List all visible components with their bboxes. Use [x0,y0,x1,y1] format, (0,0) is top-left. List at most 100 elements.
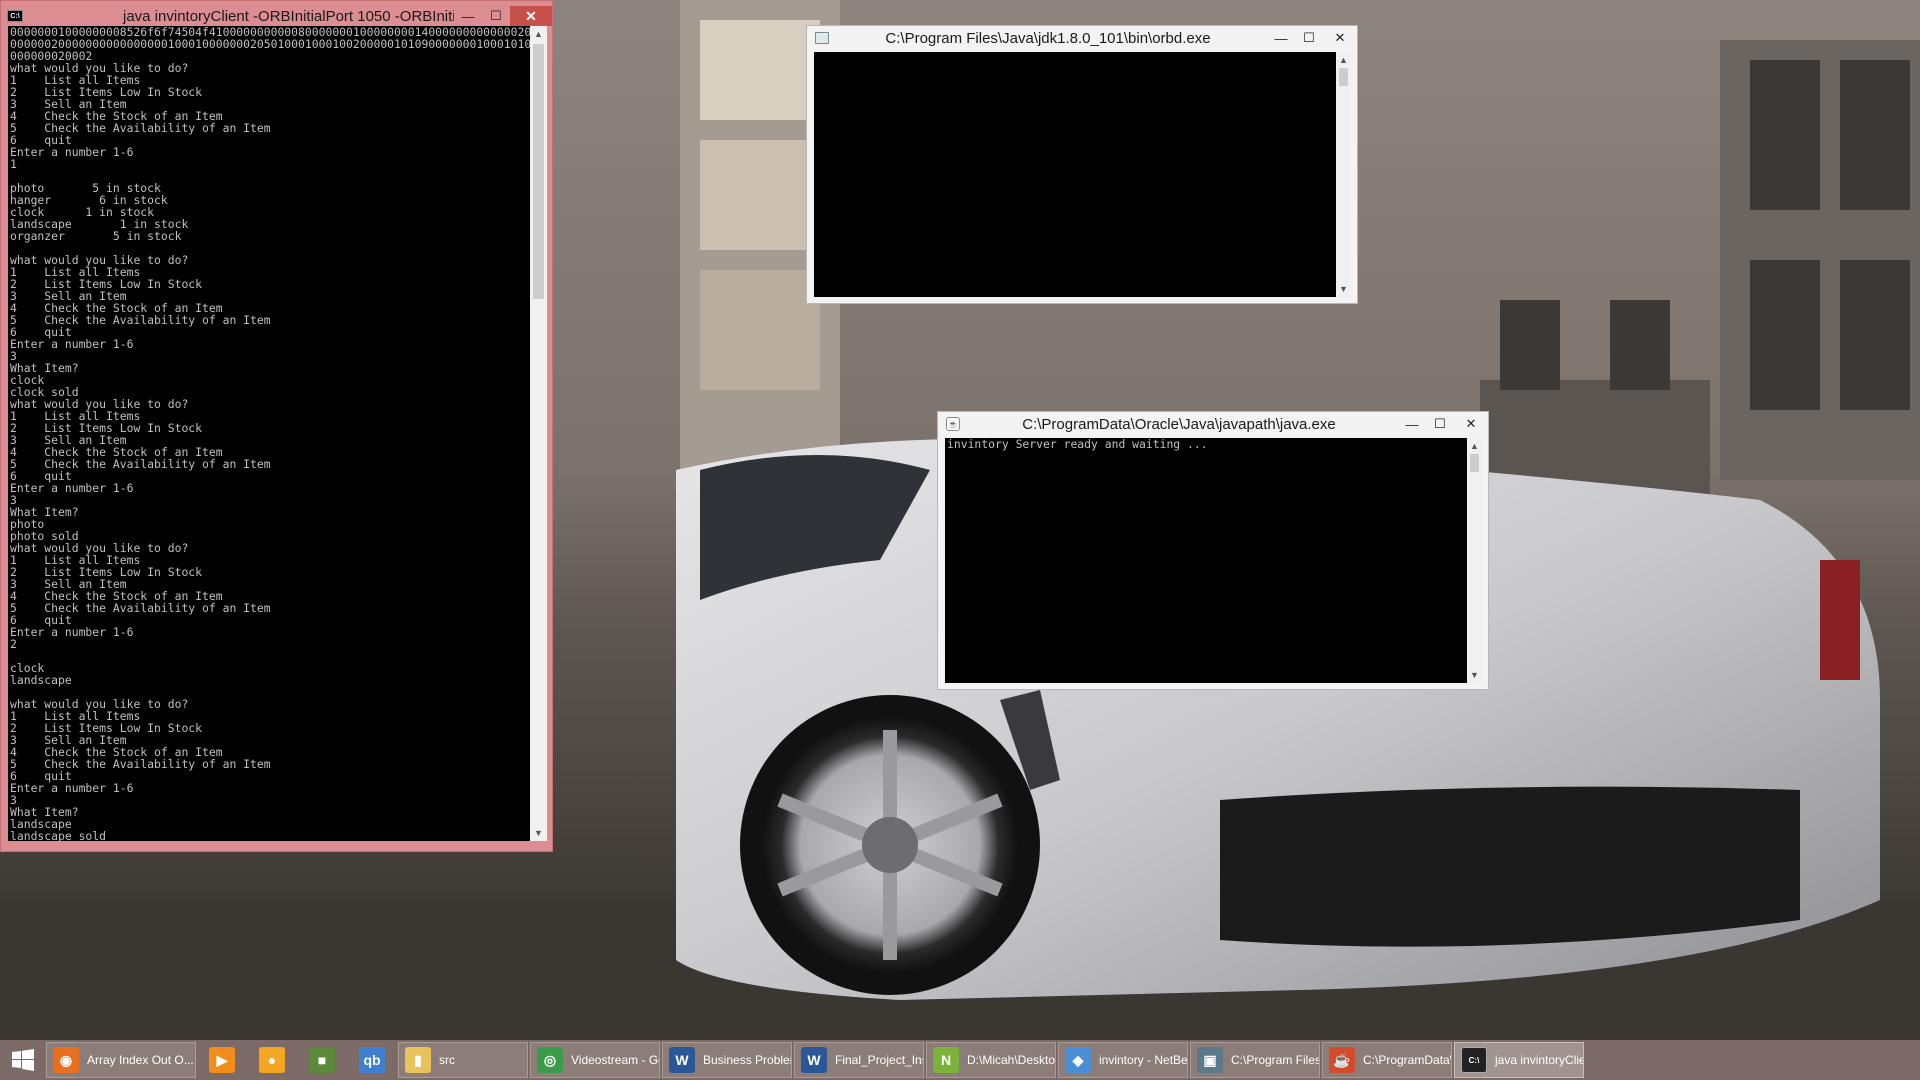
scrollbar-thumb[interactable] [1339,68,1348,86]
taskbar-item-label: invintory - NetBe... [1099,1053,1188,1067]
taskbar-item-label: Array Index Out O... [87,1053,194,1067]
chat-bubble-icon: ● [259,1047,285,1073]
console-line: clock [10,661,45,675]
maximize-button[interactable]: ☐ [1295,28,1323,48]
console-line: 5 Check the Availability of an Item [10,457,271,471]
console-line: photo [10,517,45,531]
console-line: 1 [10,157,17,171]
taskbar-item-label: java invintoryClie... [1495,1053,1583,1067]
server-console-output[interactable]: invintory Server ready and waiting ... [945,438,1467,683]
taskbar-item-notepadpp[interactable]: N D:\Micah\Deskto... [926,1042,1056,1078]
taskbar-item-label: D:\Micah\Deskto... [967,1053,1056,1067]
console-line: 5 Check the Availability of an Item [10,313,271,327]
console-line: 2 [10,637,17,651]
chrome-icon: ◎ [537,1047,563,1073]
vlc-play-icon: ▶ [209,1047,235,1073]
taskbar-item-chat-bubble[interactable]: ● [248,1042,296,1078]
windows-logo-icon [12,1049,34,1071]
java-icon: ☕ [1329,1047,1355,1073]
console-line: Enter a number 1-6 [10,337,134,351]
taskbar-item-firefox[interactable]: ◉ Array Index Out O... [46,1042,196,1078]
close-button[interactable]: ✕ [1323,28,1357,48]
console-line: 5 Check the Availability of an Item [10,601,271,615]
taskbar-item-netbeans[interactable]: ◆ invintory - NetBe... [1058,1042,1188,1078]
console-line: Enter a number 1-6 [10,781,134,795]
client-console-output[interactable]: 00000001000000008526f6f74504f41000000000… [8,26,530,841]
word-icon: W [669,1047,695,1073]
taskbar-item-label: Business Problem... [703,1053,791,1067]
server-window-titlebar[interactable]: ☕ C:\ProgramData\Oracle\Java\javapath\ja… [938,412,1488,436]
orbd-window-titlebar[interactable]: C:\Program Files\Java\jdk1.8.0_101\bin\o… [807,26,1357,50]
qbittorrent-icon: qb [359,1047,385,1073]
scroll-down-arrow-icon[interactable]: ▼ [1336,281,1351,297]
maximize-button[interactable]: ☐ [1426,414,1454,434]
console-line: organzer 5 in stock [10,229,182,243]
taskbar: ◉ Array Index Out O... ▶ ● ■ qb ▮ src ◎ Videostre… [0,1040,1920,1080]
orbd-console-output[interactable] [814,52,1336,297]
scrollbar-thumb[interactable] [533,44,544,299]
notepadpp-icon: N [933,1047,959,1073]
maximize-button[interactable]: ☐ [482,6,510,26]
taskbar-item-label: Videostream - Go... [571,1053,659,1067]
taskbar-item-word[interactable]: W Final_Project_Instr... [794,1042,924,1078]
close-button[interactable]: ✕ [1454,414,1488,434]
client-console-window[interactable]: C:\ java invintoryClient -ORBInitialPort… [0,0,553,852]
taskbar-item-window-app[interactable]: ▣ C:\Program Files\... [1190,1042,1320,1078]
server-console-scrollbar[interactable]: ▲ ▼ [1467,438,1482,683]
taskbar-item-java[interactable]: ☕ C:\ProgramData\... [1322,1042,1452,1078]
console-line: 5 Check the Availability of an Item [10,757,271,771]
taskbar-item-minecraft[interactable]: ■ [298,1042,346,1078]
console-line: clock [10,373,45,387]
console-line: What Item? [10,505,79,519]
taskbar-item-console[interactable]: C:\ java invintoryClie... [1454,1042,1584,1078]
console-line: 3 [10,349,17,363]
console-icon [815,32,829,44]
scrollbar-thumb[interactable] [1470,454,1479,472]
console-line: Enter a number 1-6 [10,625,134,639]
word-icon: W [801,1047,827,1073]
minimize-button[interactable]: — [1398,414,1426,434]
orbd-window-title: C:\Program Files\Java\jdk1.8.0_101\bin\o… [885,29,1211,47]
taskbar-item-qbittorrent[interactable]: qb [348,1042,396,1078]
netbeans-icon: ◆ [1065,1047,1091,1073]
java-icon: ☕ [946,417,960,431]
start-button[interactable] [0,1040,46,1080]
close-button[interactable]: ✕ [510,6,552,26]
console-line: What Item? [10,805,79,819]
scroll-down-arrow-icon[interactable]: ▼ [1467,667,1482,683]
orbd-console-scrollbar[interactable]: ▲ ▼ [1336,52,1351,297]
client-console-scrollbar[interactable]: ▲ ▼ [530,26,547,841]
taskbar-items: ◉ Array Index Out O... ▶ ● ■ qb ▮ src ◎ Videostre… [46,1040,1586,1080]
server-window-title: C:\ProgramData\Oracle\Java\javapath\java… [1022,415,1336,433]
minimize-button[interactable]: — [1267,28,1295,48]
minimize-button[interactable]: — [454,6,482,26]
console-line: landscape [10,673,72,687]
taskbar-item-label: Final_Project_Instr... [835,1053,923,1067]
client-window-title: java invintoryClient -ORBInitialPort 105… [123,7,454,25]
console-line: landscape sold [10,829,107,841]
scroll-up-arrow-icon[interactable]: ▲ [1467,438,1482,454]
console-line: Enter a number 1-6 [10,481,134,495]
taskbar-item-vlc-play[interactable]: ▶ [198,1042,246,1078]
server-console-window[interactable]: ☕ C:\ProgramData\Oracle\Java\javapath\ja… [937,411,1489,690]
folder-icon: ▮ [405,1047,431,1073]
console-line: What Item? [10,361,79,375]
scroll-down-arrow-icon[interactable]: ▼ [530,825,547,841]
console-line: 5 Check the Availability of an Item [10,121,271,135]
orbd-console-window[interactable]: C:\Program Files\Java\jdk1.8.0_101\bin\o… [806,25,1358,304]
taskbar-item-word[interactable]: W Business Problem... [662,1042,792,1078]
taskbar-item-label: src [439,1053,455,1067]
console-line: 3 [10,793,17,807]
taskbar-item-folder[interactable]: ▮ src [398,1042,528,1078]
window-app-icon: ▣ [1197,1047,1223,1073]
scroll-up-arrow-icon[interactable]: ▲ [1336,52,1351,68]
firefox-icon: ◉ [53,1047,79,1073]
taskbar-item-label: C:\ProgramData\... [1363,1053,1451,1067]
console-line: 3 [10,493,17,507]
scroll-up-arrow-icon[interactable]: ▲ [530,26,547,42]
console-icon: C:\ [7,10,23,22]
taskbar-item-label: C:\Program Files\... [1231,1053,1319,1067]
taskbar-item-chrome[interactable]: ◎ Videostream - Go... [530,1042,660,1078]
minecraft-icon: ■ [309,1047,335,1073]
